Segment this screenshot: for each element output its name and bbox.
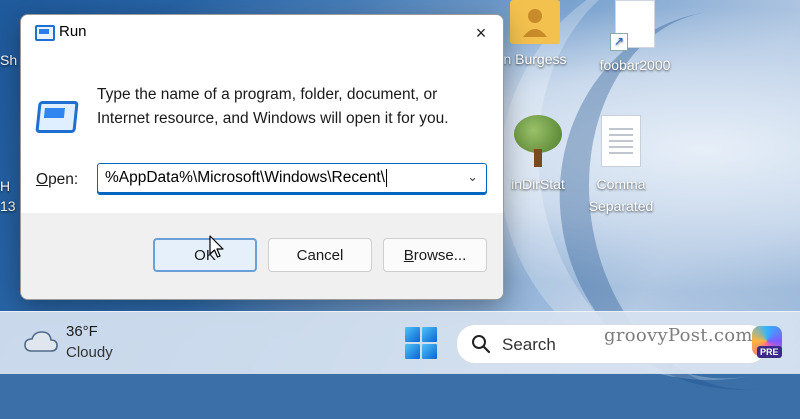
title-bar[interactable]: Run × (21, 15, 503, 51)
desktop-icon-label: Comma (596, 176, 646, 192)
run-program-icon (35, 101, 79, 133)
cloud-icon[interactable] (24, 330, 58, 352)
open-label-accelerator: O (36, 171, 49, 188)
preview-badge: PRE (757, 346, 782, 358)
start-button[interactable] (405, 327, 437, 359)
run-dialog: Run × Type the name of a program, folder… (20, 14, 504, 300)
close-button[interactable]: × (459, 15, 503, 51)
desktop-icon-windirstat[interactable]: inDirStat (496, 115, 580, 195)
document-icon (601, 115, 641, 167)
run-app-icon (35, 25, 55, 41)
watermark: groovyPost.com (604, 325, 753, 346)
ok-button[interactable]: OK (153, 238, 257, 272)
desktop-icon-label: Separated (588, 198, 654, 214)
dialog-description: Type the name of a program, folder, docu… (97, 86, 449, 127)
shortcut-file-icon: ↗ (610, 0, 655, 51)
weather-condition[interactable]: Cloudy (66, 344, 113, 361)
dialog-body: Type the name of a program, folder, docu… (21, 51, 503, 213)
desktop-icon-label: inDirStat (511, 176, 565, 192)
desktop-icon-partial-label[interactable]: H (0, 178, 10, 194)
desktop-icon-csv-file[interactable]: Comma Separated (575, 115, 667, 217)
search-placeholder: Search (502, 335, 556, 354)
shortcut-arrow-icon: ↗ (610, 33, 628, 51)
cancel-button[interactable]: Cancel (268, 238, 372, 272)
chevron-down-icon[interactable]: ⌄ (467, 169, 478, 185)
browse-label: rowse... (413, 246, 467, 264)
tree-icon (512, 115, 564, 167)
open-input[interactable]: %AppData%\Microsoft\Windows\Recent\ (105, 169, 387, 187)
desktop-icon-partial-label[interactable]: Sh (0, 52, 17, 68)
browse-button[interactable]: Browse... (383, 238, 487, 272)
open-label: Open: (36, 171, 78, 189)
open-combobox[interactable]: %AppData%\Microsoft\Windows\Recent\ ⌄ (97, 163, 487, 195)
desktop-icon-partial-label[interactable]: 13 (0, 198, 16, 214)
open-input-value: %AppData%\Microsoft\Windows\Recent\ (105, 169, 385, 187)
search-icon (472, 335, 491, 354)
desktop-icon-label: foobar2000 (599, 57, 671, 73)
dialog-title: Run (59, 23, 87, 40)
dialog-footer: OK Cancel Browse... (21, 213, 503, 299)
windows-logo-icon (405, 327, 420, 342)
text-caret (385, 169, 387, 187)
open-label-text: pen: (48, 171, 79, 188)
browse-accelerator: B (403, 246, 414, 264)
desktop-icon-foobar2000[interactable]: ↗ foobar2000 (580, 0, 690, 76)
user-folder-icon (510, 0, 560, 44)
weather-temperature[interactable]: 36°F (66, 323, 98, 340)
close-icon: × (475, 22, 487, 43)
